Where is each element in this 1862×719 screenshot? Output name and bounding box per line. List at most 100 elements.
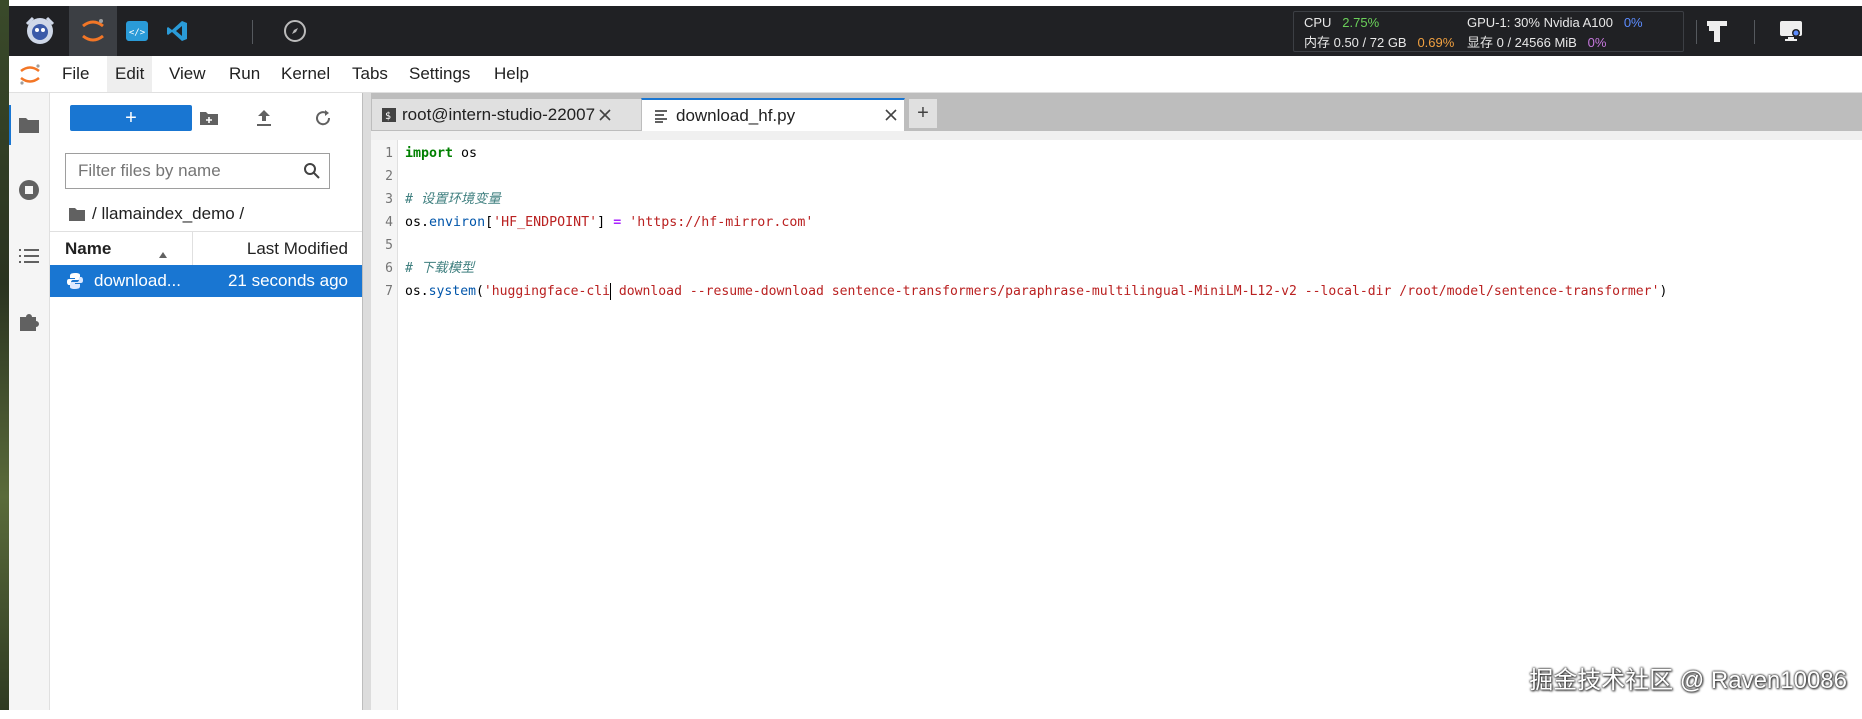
gpu-usage: 0%	[1623, 15, 1643, 30]
breadcrumb-path[interactable]: / llamaindex_demo /	[92, 204, 244, 224]
code-text: )	[1659, 284, 1668, 299]
home-folder-icon[interactable]	[68, 207, 86, 222]
extension-manager-icon[interactable]	[9, 302, 49, 342]
code-line: # 设置环境变量	[405, 188, 501, 211]
tab-terminal[interactable]: $ root@intern-studio-22007	[371, 98, 642, 131]
line-number: 3	[385, 192, 393, 207]
resource-monitor: CPU 2.75% 内存 0.50 / 72 GB 0.69% GPU-1: 3…	[1293, 11, 1684, 52]
line-number: 6	[385, 261, 393, 276]
column-last-modified[interactable]: Last Modified	[247, 232, 348, 265]
topbar-divider	[252, 20, 253, 44]
tab-label: download_hf.py	[676, 105, 796, 125]
column-name[interactable]: Name	[65, 232, 111, 265]
vscode-icon[interactable]	[159, 6, 195, 56]
new-folder-icon[interactable]	[184, 105, 234, 131]
memory-label: 内存 0.50 / 72 GB	[1304, 35, 1407, 50]
file-modified: 21 seconds ago	[227, 271, 348, 290]
python-file-icon	[66, 272, 84, 295]
vram-label: 显存 0 / 24566 MiB	[1467, 35, 1577, 50]
code-string: 'HF_ENDPOINT'	[493, 215, 598, 230]
jupyter-icon[interactable]	[69, 6, 117, 56]
code-text: os.	[405, 215, 430, 230]
vram-usage: 0%	[1587, 35, 1607, 50]
menu-view[interactable]: View	[161, 56, 214, 92]
code-text: ]	[597, 215, 614, 230]
model-icon[interactable]	[1697, 6, 1737, 56]
code-text: os.	[405, 284, 429, 299]
code-keyword: import	[405, 146, 454, 161]
close-icon[interactable]	[884, 107, 898, 127]
menu-settings[interactable]: Settings	[401, 56, 478, 92]
plus-icon: +	[917, 102, 929, 124]
line-number: 1	[385, 146, 393, 161]
search-icon	[303, 162, 321, 185]
sort-ascending-icon	[158, 244, 168, 264]
line-number-gutter: 1 2 3 4 5 6 7	[371, 140, 398, 710]
text-file-icon	[654, 109, 668, 123]
refresh-icon[interactable]	[303, 105, 343, 131]
code-server-icon[interactable]: </>	[119, 6, 155, 56]
line-number: 7	[385, 284, 393, 299]
document-tab-bar: $ root@intern-studio-22007 download_hf.p…	[371, 93, 1862, 132]
code-comment: # 下载模型	[405, 261, 475, 276]
menu-tabs[interactable]: Tabs	[344, 56, 396, 92]
menu-kernel[interactable]: Kernel	[273, 56, 338, 92]
compass-icon[interactable]	[277, 6, 313, 56]
code-attribute: environ	[429, 215, 486, 230]
add-tab-button[interactable]: +	[908, 98, 938, 129]
platform-topbar: </> CPU 2.75% 内存 0.50 / 72 GB 0.69% GPU-…	[9, 6, 1862, 56]
code-line: import os	[405, 142, 477, 165]
memory-usage: 0.69%	[1417, 35, 1455, 50]
file-browser-tab-icon[interactable]	[9, 105, 49, 145]
running-sessions-icon[interactable]	[9, 170, 49, 210]
code-text: (	[475, 284, 484, 299]
menu-bar: File Edit View Run Kernel Tabs Settings …	[9, 56, 1862, 93]
remote-desktop-icon[interactable]	[1771, 6, 1811, 56]
file-browser-panel: + / llamaindex_demo / Name Last Modified…	[50, 93, 362, 710]
menu-file[interactable]: File	[54, 56, 97, 92]
close-icon[interactable]	[599, 108, 611, 121]
filter-files-input[interactable]	[65, 153, 330, 189]
file-list-item[interactable]: download... 21 seconds ago	[50, 265, 362, 297]
menu-run[interactable]: Run	[221, 56, 268, 92]
jupyter-logo-icon	[18, 62, 42, 86]
upload-icon[interactable]	[244, 105, 284, 131]
breadcrumb: / llamaindex_demo /	[68, 201, 244, 227]
line-number: 2	[385, 169, 393, 184]
line-number: 5	[385, 238, 393, 253]
code-editor[interactable]: 1 2 3 4 5 6 7 import os # 设置环境变量 os.envi…	[371, 131, 1862, 719]
line-number: 4	[385, 215, 393, 230]
svg-text:</>: </>	[129, 28, 146, 38]
code-string: 'huggingface-cli	[483, 284, 610, 299]
cpu-label: CPU	[1304, 15, 1332, 30]
intern-logo-icon[interactable]	[17, 6, 63, 56]
panel-splitter[interactable]	[362, 93, 371, 710]
watermark: 掘金技术社区 @ Raven10086	[1529, 667, 1847, 694]
code-text: os	[453, 146, 478, 161]
file-name: download...	[94, 271, 181, 290]
tab-label: root@intern-studio-22007	[402, 104, 596, 124]
code-line: # 下载模型	[405, 257, 474, 280]
desktop-background-strip	[0, 0, 9, 710]
new-launcher-button[interactable]: +	[70, 105, 192, 131]
file-list-header: Name Last Modified	[50, 231, 362, 266]
code-line: os.system('huggingface-cli download --re…	[405, 280, 1667, 303]
code-operator: =	[613, 215, 622, 230]
tab-download-hf-py[interactable]: download_hf.py	[641, 98, 905, 132]
menu-help[interactable]: Help	[486, 56, 537, 92]
activity-bar	[9, 93, 50, 710]
terminal-icon: $	[382, 107, 396, 122]
cpu-usage: 2.75%	[1342, 15, 1380, 30]
topbar-divider	[1754, 20, 1755, 44]
gpu-label: GPU-1: 30% Nvidia A100	[1467, 15, 1613, 30]
code-attribute: system	[428, 284, 476, 299]
menu-edit[interactable]: Edit	[107, 56, 153, 92]
svg-text:$: $	[385, 111, 391, 122]
table-of-contents-icon[interactable]	[9, 236, 49, 276]
column-divider	[192, 232, 193, 265]
code-string: 'https://hf-mirror.com'	[629, 215, 814, 230]
code-string: download --resume-download sentence-tran…	[611, 284, 1660, 299]
code-text: [	[485, 215, 494, 230]
code-line: os.environ['HF_ENDPOINT'] = 'https://hf-…	[405, 211, 813, 234]
code-comment: # 设置环境变量	[405, 192, 501, 207]
